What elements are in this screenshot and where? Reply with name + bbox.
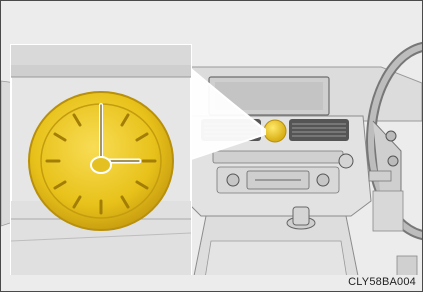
air-vent-right: [289, 119, 349, 141]
illustration-frame: CLY58BA004: [0, 0, 423, 292]
figure-code: CLY58BA004: [348, 276, 416, 288]
dashboard-illustration: [1, 1, 422, 291]
analog-clock-icon: [28, 91, 174, 231]
dashboard-clock: [263, 119, 287, 143]
